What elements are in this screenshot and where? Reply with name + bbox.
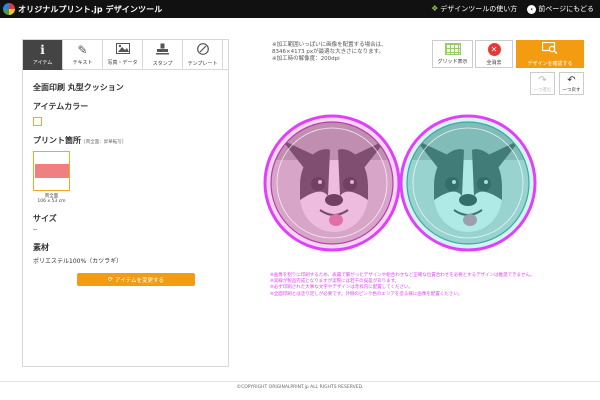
print-area-preview	[34, 164, 69, 178]
tab-stamp[interactable]: スタンプ	[143, 40, 183, 70]
material-label: 素材	[33, 243, 49, 252]
undo-icon: ↶	[567, 74, 576, 86]
size-label: サイズ	[33, 214, 57, 223]
left-cushion-preview	[263, 114, 401, 252]
tab-label: アイテム	[32, 59, 53, 66]
item-title: 全面印刷 丸型クッション	[33, 83, 124, 92]
grid-toggle-button[interactable]: グリッド表示	[432, 40, 473, 68]
tab-text[interactable]: ✎ テキスト	[63, 40, 103, 70]
clear-all-button[interactable]: ✕ 全消去	[475, 40, 513, 68]
print-area-note: [両全面：昇華転写]	[84, 140, 124, 145]
note-line: 8346×4173 pxが最適な大きさになります。	[272, 49, 385, 55]
redo-button[interactable]: ↷ 一つ進む	[530, 72, 555, 95]
print-warnings: ※画像を割りに印刷するため、表裏で繋がったデザインや組合わせなど正確な位置合わせ…	[270, 273, 570, 298]
redo-label: 一つ進む	[533, 87, 552, 93]
stamp-icon	[156, 43, 169, 58]
template-icon	[196, 42, 209, 58]
footer-copyright: ©COPYRIGHT ORIGINALPRINT.jp ALL RIGHTS R…	[236, 385, 364, 390]
tab-item[interactable]: i アイテム	[23, 40, 63, 70]
footer-divider	[0, 381, 600, 382]
grid-label: グリッド表示	[437, 59, 468, 65]
tool-tabs: i アイテム ✎ テキスト 写真・データ スタンプ テンプレート	[23, 40, 228, 70]
tab-label: スタンプ	[152, 60, 173, 67]
confirm-label: デザインを確認する	[527, 60, 573, 67]
change-item-label: アイテムを変更する	[115, 277, 164, 284]
print-area-label: プリント箇所	[33, 136, 81, 145]
confirm-design-button[interactable]: デザインを確認する	[516, 40, 584, 68]
design-canvas[interactable]	[262, 110, 546, 258]
resolution-notes: ※加工範囲いっぱいに画像を配置する場合は、 8346×4173 pxが最適な大き…	[272, 42, 422, 63]
back-arrow-icon: ‹	[527, 4, 537, 14]
back-link-label: 前ページにもどる	[538, 5, 594, 13]
tab-label: 写真・データ	[107, 60, 138, 66]
guide-link[interactable]: ❖ デザインツールの使い方	[431, 4, 517, 14]
leaf-icon: ❖	[431, 4, 439, 13]
item-panel: i アイテム ✎ テキスト 写真・データ スタンプ テンプレート 全面印刷 丸型…	[22, 39, 229, 367]
info-icon: i	[40, 42, 45, 57]
tab-photo[interactable]: 写真・データ	[103, 40, 143, 70]
item-color-label: アイテムカラー	[33, 102, 89, 111]
refresh-icon: ⟳	[108, 276, 114, 283]
grid-icon	[444, 43, 461, 55]
warning-line: ※全面印刷とは塗り足しが必要です。外側のピンク色のエリアを塗る様に画像を配置くだ…	[270, 291, 463, 297]
pen-icon: ✎	[77, 42, 88, 57]
print-area-size: 106 x 53 cm	[37, 199, 66, 204]
right-cushion-preview	[399, 114, 537, 252]
tab-bar-filler	[223, 40, 228, 70]
clear-label: 全消去	[486, 59, 502, 66]
undo-button[interactable]: ↶ 一つ戻す	[559, 72, 584, 95]
item-color-swatch[interactable]	[33, 117, 42, 126]
tab-label: テンプレート	[187, 60, 218, 67]
note-line: ※加工範囲いっぱいに画像を配置する場合は、	[272, 42, 387, 48]
note-line: ※加工時の解像度：200dpi	[272, 56, 340, 62]
logo-mark-icon	[3, 3, 15, 15]
image-icon	[115, 43, 130, 57]
material-value: ポリエステル100%（カツラギ）	[33, 258, 123, 265]
change-item-button[interactable]: ⟳ アイテムを変更する	[77, 273, 195, 286]
redo-icon: ↷	[538, 74, 547, 86]
tab-label: テキスト	[72, 59, 93, 66]
guide-link-label: デザインツールの使い方	[440, 5, 518, 13]
top-header: オリジナルプリント.jp デザインツール ❖ デザインツールの使い方 ‹ 前ペー…	[0, 0, 600, 18]
logo-text: オリジナルプリント.jp デザインツール	[18, 4, 163, 14]
close-icon: ✕	[487, 42, 501, 56]
back-link[interactable]: ‹ 前ページにもどる	[527, 4, 594, 14]
print-area-thumbnail[interactable]	[33, 151, 70, 191]
undo-label: 一つ戻す	[562, 87, 581, 93]
size-value: --	[33, 226, 38, 233]
monitor-search-icon	[541, 41, 558, 57]
tab-template[interactable]: テンプレート	[183, 40, 223, 70]
site-logo[interactable]: オリジナルプリント.jp デザインツール	[3, 3, 162, 15]
